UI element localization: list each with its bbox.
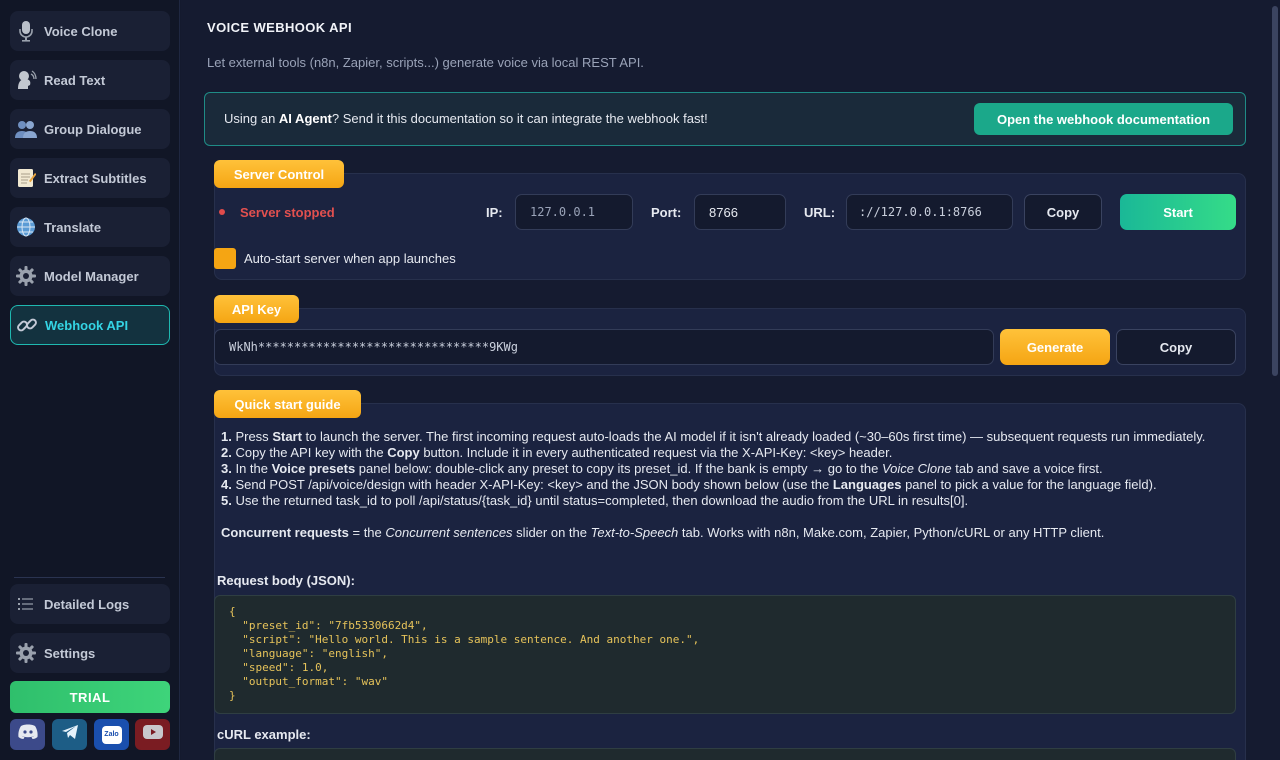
telegram-button[interactable] bbox=[52, 719, 87, 750]
memo-icon bbox=[14, 166, 38, 190]
gear-icon bbox=[14, 264, 38, 288]
api-key-tag: API Key bbox=[214, 295, 299, 323]
guide-step-3: 3. In the Voice presets panel below: dou… bbox=[221, 461, 1103, 476]
sidebar-item-translate[interactable]: Translate bbox=[10, 207, 170, 247]
sidebar-item-label: Extract Subtitles bbox=[44, 170, 147, 186]
guide-step-2: 2. Copy the API key with the Copy button… bbox=[221, 445, 893, 460]
link-icon bbox=[15, 313, 39, 337]
sidebar-item-read-text[interactable]: Read Text bbox=[10, 60, 170, 100]
request-body-code[interactable]: { "preset_id": "7fb5330662d4", "script":… bbox=[214, 595, 1236, 714]
page-subtitle: Let external tools (n8n, Zapier, scripts… bbox=[207, 55, 644, 70]
ai-agent-text: Using an AI Agent? Send it this document… bbox=[224, 111, 708, 126]
port-field[interactable]: 8766 bbox=[694, 194, 786, 230]
curl-example-label: cURL example: bbox=[217, 727, 311, 742]
sidebar-item-label: Webhook API bbox=[45, 317, 129, 333]
ip-label: IP: bbox=[486, 205, 503, 220]
zalo-button[interactable]: Zalo bbox=[94, 719, 129, 750]
guide-step-5: 5. Use the returned task_id to poll /api… bbox=[221, 493, 969, 508]
quick-start-text: 1. Press Start to launch the server. The… bbox=[221, 429, 1231, 541]
guide-step-4: 4. Send POST /api/voice/design with head… bbox=[221, 477, 1157, 492]
curl-example-code[interactable] bbox=[214, 748, 1236, 760]
youtube-button[interactable] bbox=[135, 719, 170, 750]
sidebar-item-detailed-logs[interactable]: Detailed Logs bbox=[10, 584, 170, 624]
sidebar-item-label: Translate bbox=[44, 219, 102, 235]
autostart-label: Auto-start server when app launches bbox=[244, 251, 456, 266]
open-documentation-button[interactable]: Open the webhook documentation bbox=[974, 103, 1233, 135]
port-label: Port: bbox=[651, 205, 682, 220]
api-key-field[interactable]: WkNh********************************9KWg bbox=[214, 329, 994, 365]
sidebar-item-label: Model Manager bbox=[44, 268, 139, 284]
gear-icon bbox=[14, 641, 38, 665]
scrollbar-thumb[interactable] bbox=[1272, 6, 1278, 376]
status-dot-icon bbox=[219, 209, 225, 215]
server-status: Server stopped bbox=[240, 205, 335, 220]
sidebar-item-voice-clone[interactable]: Voice Clone bbox=[10, 11, 170, 51]
list-icon bbox=[14, 592, 38, 616]
server-control-tag: Server Control bbox=[214, 160, 344, 188]
sidebar-divider bbox=[14, 577, 165, 578]
speaking-head-icon bbox=[14, 68, 38, 92]
globe-icon bbox=[14, 215, 38, 239]
guide-step-1: 1. Press Start to launch the server. The… bbox=[221, 429, 1206, 444]
copy-key-button[interactable]: Copy bbox=[1116, 329, 1236, 365]
url-field[interactable]: ://127.0.0.1:8766 bbox=[846, 194, 1013, 230]
discord-icon bbox=[17, 724, 38, 745]
request-body-label: Request body (JSON): bbox=[217, 573, 355, 588]
concurrent-note: Concurrent requests = the Concurrent sen… bbox=[221, 525, 1105, 540]
sidebar-item-label: Voice Clone bbox=[44, 23, 118, 39]
telegram-icon bbox=[61, 724, 79, 745]
autostart-checkbox[interactable] bbox=[214, 248, 236, 269]
start-server-button[interactable]: Start bbox=[1120, 194, 1236, 230]
microphone-icon bbox=[14, 19, 38, 43]
sidebar-item-label: Group Dialogue bbox=[44, 121, 142, 137]
sidebar-item-model-manager[interactable]: Model Manager bbox=[10, 256, 170, 296]
sidebar-item-group-dialogue[interactable]: Group Dialogue bbox=[10, 109, 170, 149]
sidebar-item-extract-subtitles[interactable]: Extract Subtitles bbox=[10, 158, 170, 198]
quick-start-tag: Quick start guide bbox=[214, 390, 361, 418]
scrollbar[interactable] bbox=[1270, 0, 1280, 760]
sidebar-item-settings[interactable]: Settings bbox=[10, 633, 170, 673]
sidebar-item-label: Detailed Logs bbox=[44, 596, 130, 612]
sidebar: Voice Clone Read Text Group Dialogue Ext… bbox=[0, 0, 180, 760]
copy-url-button[interactable]: Copy bbox=[1024, 194, 1102, 230]
zalo-icon: Zalo bbox=[101, 725, 122, 744]
url-label: URL: bbox=[804, 205, 836, 220]
page-title: VOICE WEBHOOK API bbox=[207, 20, 352, 35]
ip-field[interactable]: 127.0.0.1 bbox=[515, 194, 633, 230]
youtube-icon bbox=[142, 725, 163, 744]
sidebar-item-label: Read Text bbox=[44, 72, 106, 88]
ai-agent-banner: Using an AI Agent? Send it this document… bbox=[204, 92, 1246, 146]
trial-button[interactable]: TRIAL bbox=[10, 681, 170, 713]
discord-button[interactable] bbox=[10, 719, 45, 750]
sidebar-item-label: Settings bbox=[44, 645, 96, 661]
people-icon bbox=[14, 117, 38, 141]
generate-key-button[interactable]: Generate bbox=[1000, 329, 1110, 365]
sidebar-item-webhook-api[interactable]: Webhook API bbox=[10, 305, 170, 345]
